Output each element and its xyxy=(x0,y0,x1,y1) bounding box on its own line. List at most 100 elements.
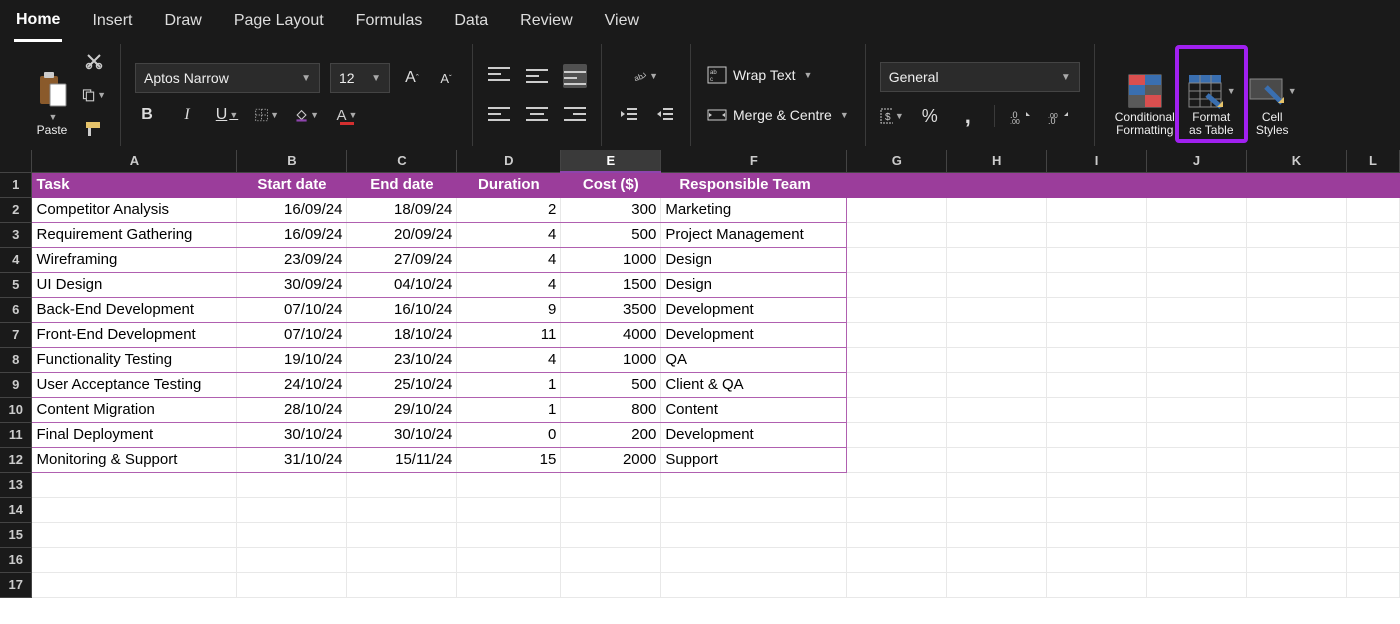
cell[interactable]: 18/09/24 xyxy=(347,197,457,222)
cell[interactable]: 16/09/24 xyxy=(237,222,347,247)
cell[interactable] xyxy=(847,222,947,247)
cell[interactable] xyxy=(1047,197,1147,222)
cell[interactable]: Support xyxy=(661,447,847,472)
cell[interactable] xyxy=(1247,447,1347,472)
cell[interactable]: Competitor Analysis xyxy=(32,197,237,222)
cell[interactable]: Design xyxy=(661,272,847,297)
row-header[interactable]: 6 xyxy=(0,297,32,322)
cell[interactable] xyxy=(847,447,947,472)
row-header[interactable]: 15 xyxy=(0,522,32,547)
cell[interactable] xyxy=(1247,347,1347,372)
align-bottom-button[interactable] xyxy=(563,64,587,88)
cell[interactable] xyxy=(847,272,947,297)
cell[interactable]: 23/09/24 xyxy=(237,247,347,272)
cell[interactable] xyxy=(847,372,947,397)
format-as-table-button[interactable]: ▼ Format as Table xyxy=(1181,49,1242,141)
orientation-button[interactable]: ab ▼ xyxy=(634,64,658,88)
cell[interactable] xyxy=(32,472,237,497)
cell[interactable]: 04/10/24 xyxy=(347,272,457,297)
tab-draw[interactable]: Draw xyxy=(162,6,203,40)
row-header[interactable]: 10 xyxy=(0,397,32,422)
increase-font-button[interactable]: Aˆ xyxy=(400,66,424,90)
cell[interactable] xyxy=(661,547,847,572)
cell[interactable] xyxy=(1047,172,1147,197)
cell[interactable] xyxy=(1147,372,1247,397)
cell-styles-button[interactable]: ▼ Cell Styles xyxy=(1242,49,1303,141)
cell[interactable] xyxy=(947,472,1047,497)
cell[interactable]: Duration xyxy=(457,172,561,197)
cell[interactable]: Development xyxy=(661,422,847,447)
cell[interactable] xyxy=(1346,322,1399,347)
cell[interactable] xyxy=(457,547,561,572)
cell[interactable] xyxy=(1147,172,1247,197)
decrease-indent-button[interactable] xyxy=(616,102,640,126)
cell[interactable]: 500 xyxy=(561,222,661,247)
cell[interactable] xyxy=(1147,447,1247,472)
copy-button[interactable]: ▼ xyxy=(82,83,106,107)
tab-data[interactable]: Data xyxy=(452,6,490,40)
cell[interactable] xyxy=(32,497,237,522)
increase-decimal-button[interactable]: .0.00 xyxy=(1009,104,1033,128)
cell[interactable] xyxy=(1047,247,1147,272)
cell[interactable] xyxy=(947,272,1047,297)
cell[interactable] xyxy=(1247,172,1347,197)
cell[interactable] xyxy=(1346,272,1399,297)
cell[interactable] xyxy=(947,222,1047,247)
tab-formulas[interactable]: Formulas xyxy=(354,6,425,40)
cell[interactable] xyxy=(1147,322,1247,347)
font-name-select[interactable]: Aptos Narrow▼ xyxy=(135,63,320,93)
cell[interactable]: 0 xyxy=(457,422,561,447)
merge-centre-button[interactable]: Merge & Centre ▼ xyxy=(705,102,851,128)
cell[interactable] xyxy=(947,572,1047,597)
cell[interactable]: 4 xyxy=(457,222,561,247)
decrease-decimal-button[interactable]: .00.0 xyxy=(1047,104,1071,128)
cell[interactable] xyxy=(1346,222,1399,247)
cell[interactable]: Wireframing xyxy=(32,247,237,272)
cell[interactable] xyxy=(1147,272,1247,297)
cell[interactable]: 500 xyxy=(561,372,661,397)
col-header-H[interactable]: H xyxy=(947,150,1047,172)
row-header[interactable]: 9 xyxy=(0,372,32,397)
cell[interactable] xyxy=(847,347,947,372)
cell[interactable] xyxy=(1346,472,1399,497)
cell[interactable] xyxy=(661,472,847,497)
cell[interactable] xyxy=(947,397,1047,422)
cell[interactable]: 15 xyxy=(457,447,561,472)
cell[interactable] xyxy=(1047,572,1147,597)
cell[interactable] xyxy=(1147,572,1247,597)
cell[interactable] xyxy=(1247,297,1347,322)
cell[interactable]: 29/10/24 xyxy=(347,397,457,422)
cell[interactable] xyxy=(1247,222,1347,247)
cell[interactable] xyxy=(237,472,347,497)
row-header[interactable]: 14 xyxy=(0,497,32,522)
align-center-button[interactable] xyxy=(525,102,549,126)
row-header[interactable]: 13 xyxy=(0,472,32,497)
cell[interactable] xyxy=(1346,197,1399,222)
cell[interactable] xyxy=(32,522,237,547)
cell[interactable]: 18/10/24 xyxy=(347,322,457,347)
cell[interactable] xyxy=(457,497,561,522)
cell[interactable]: 11 xyxy=(457,322,561,347)
cell[interactable] xyxy=(1247,247,1347,272)
cell[interactable] xyxy=(847,522,947,547)
cell[interactable]: 19/10/24 xyxy=(237,347,347,372)
col-header-J[interactable]: J xyxy=(1147,150,1247,172)
cell[interactable] xyxy=(661,497,847,522)
cell[interactable]: Requirement Gathering xyxy=(32,222,237,247)
cell[interactable] xyxy=(1147,347,1247,372)
cell[interactable]: Marketing xyxy=(661,197,847,222)
cell[interactable]: 24/10/24 xyxy=(237,372,347,397)
cell[interactable] xyxy=(347,497,457,522)
cell[interactable]: Responsible Team xyxy=(661,172,847,197)
cell[interactable]: 1500 xyxy=(561,272,661,297)
cell[interactable] xyxy=(847,197,947,222)
cell[interactable] xyxy=(1346,497,1399,522)
cell[interactable] xyxy=(847,172,947,197)
cell[interactable] xyxy=(1346,347,1399,372)
cell[interactable] xyxy=(1346,397,1399,422)
cell[interactable]: 800 xyxy=(561,397,661,422)
cell[interactable]: 4 xyxy=(457,347,561,372)
cell[interactable] xyxy=(457,472,561,497)
wrap-text-button[interactable]: abc Wrap Text ▼ xyxy=(705,62,814,88)
cell[interactable] xyxy=(1047,347,1147,372)
